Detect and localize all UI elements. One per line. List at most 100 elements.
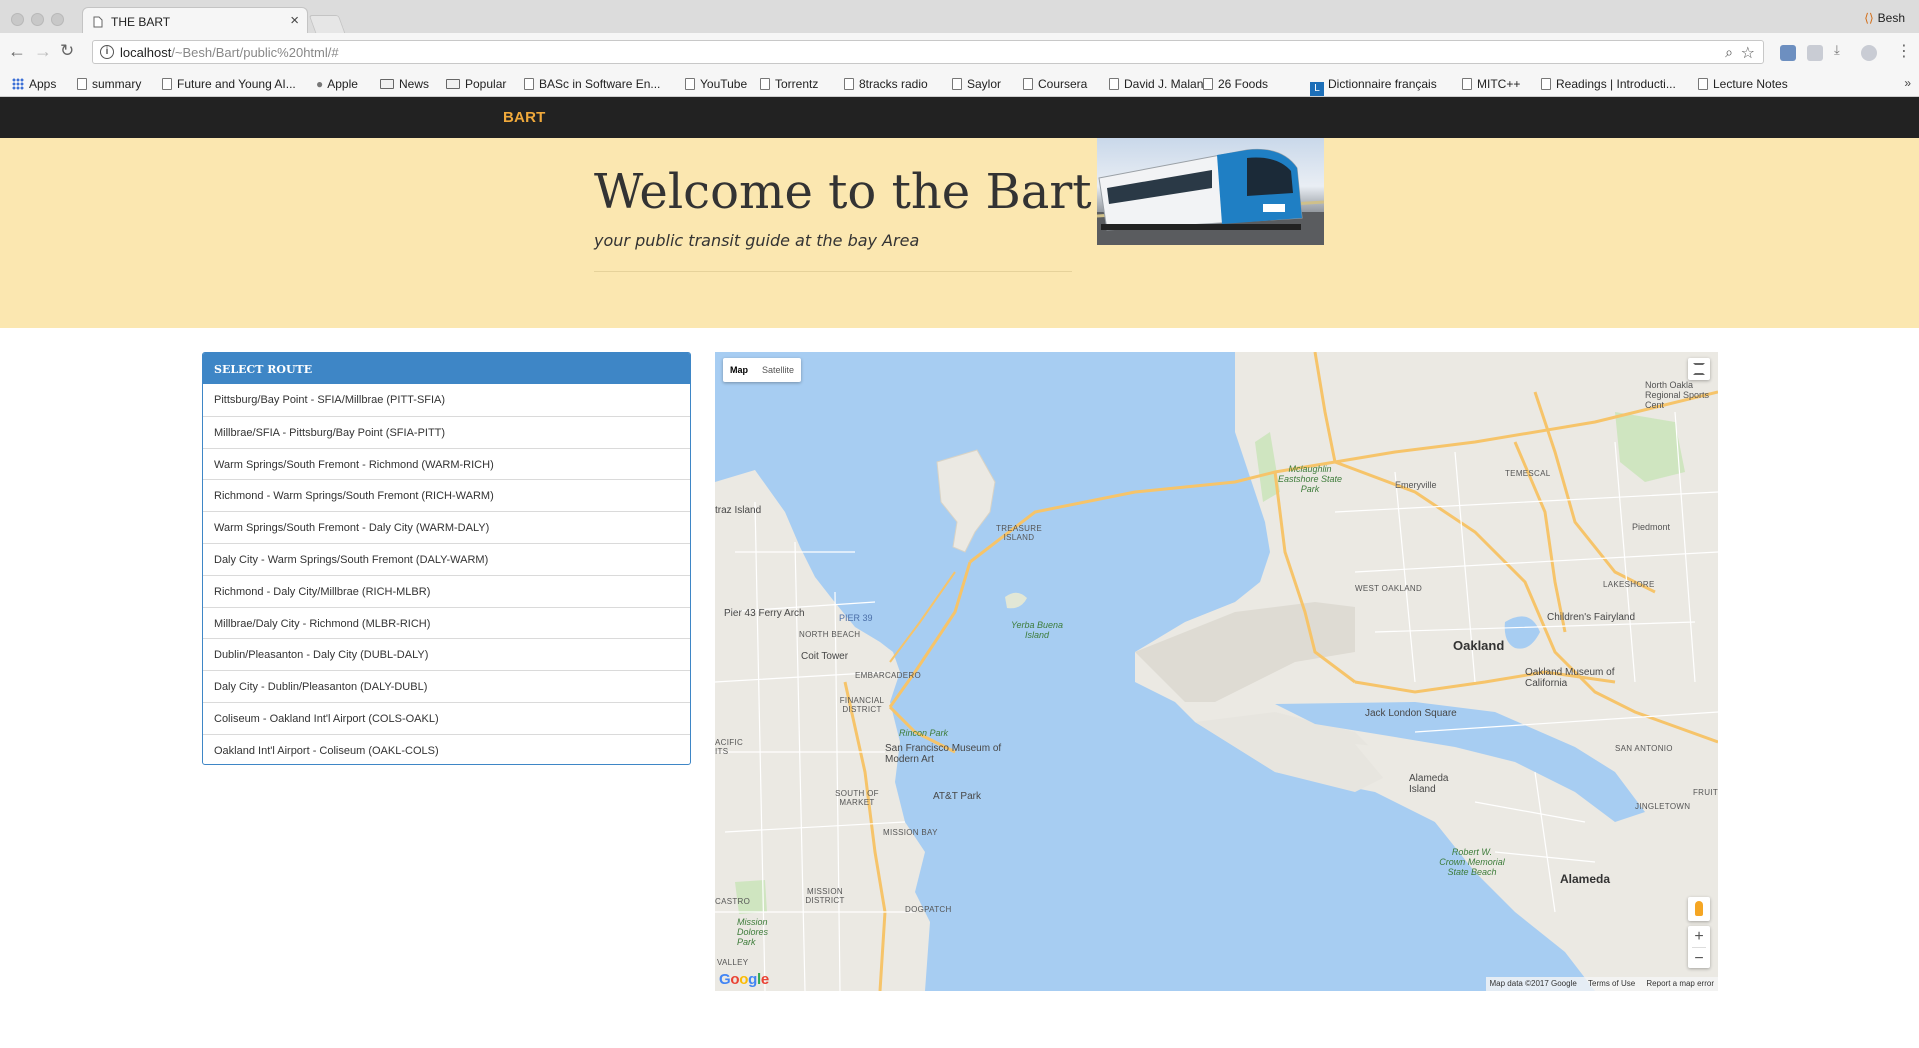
profile-button[interactable]: ⟨⟩ Besh — [1864, 11, 1905, 25]
page-icon — [1698, 78, 1708, 90]
address-bar[interactable]: i localhost/~Besh/Bart/public%20html/# ⌕… — [92, 40, 1764, 64]
map-view[interactable]: Map Satellite + − Oakland Alameda Emeryv… — [715, 352, 1718, 991]
map-label-embarcadero: EMBARCADERO — [855, 671, 921, 680]
map-label-yerba-buena: Yerba Buena Island — [1010, 620, 1064, 640]
route-item[interactable]: Richmond - Warm Springs/South Fremont (R… — [203, 479, 690, 511]
page-icon — [93, 15, 103, 33]
zoom-in-button[interactable]: + — [1688, 926, 1710, 947]
page-icon — [1109, 78, 1119, 90]
map-label-rincon-park: Rincon Park — [899, 728, 949, 738]
route-item[interactable]: Millbrae/Daly City - Richmond (MLBR-RICH… — [203, 606, 690, 639]
bookmark-label: 8tracks radio — [859, 77, 928, 91]
bookmark-item[interactable]: Popular — [446, 77, 506, 91]
map-type-satellite[interactable]: Satellite — [755, 358, 801, 382]
zoom-icon[interactable]: ⌕ — [1725, 44, 1733, 61]
extension-icon[interactable] — [1861, 45, 1877, 61]
bookmark-item[interactable]: BASc in Software En... — [524, 77, 660, 91]
route-item[interactable]: Richmond - Daly City/Millbrae (RICH-MLBR… — [203, 574, 690, 607]
site-icon — [1023, 78, 1033, 90]
bookmark-label: Coursera — [1038, 77, 1088, 91]
map-data-text: Map data ©2017 Google — [1489, 979, 1577, 988]
hero-divider — [594, 271, 1072, 272]
route-item[interactable]: Warm Springs/South Fremont - Richmond (W… — [203, 447, 690, 480]
map-label-lakeshore: LAKESHORE — [1603, 580, 1655, 589]
route-panel: Select Route Pittsburg/Bay Point - SFIA/… — [202, 352, 691, 765]
bookmark-item[interactable]: Saylor — [952, 77, 1001, 91]
map-label-valley: VALLEY — [717, 958, 749, 967]
bookmark-item[interactable]: MITC++ — [1462, 77, 1520, 91]
bookmark-item[interactable]: Coursera — [1023, 77, 1087, 91]
bookmark-item[interactable]: Apps — [12, 77, 56, 91]
bookmark-item[interactable]: David J. Malan — [1109, 77, 1203, 91]
bookmark-label: Lecture Notes — [1713, 77, 1788, 91]
bookmark-label: Readings | Introducti... — [1556, 77, 1676, 91]
bookmark-item[interactable]: 26 Foods — [1203, 77, 1268, 91]
bookmark-item[interactable]: Future and Young AI... — [162, 77, 296, 91]
new-tab-button[interactable] — [308, 15, 346, 33]
map-label-temescal: TEMESCAL — [1505, 469, 1551, 478]
bookmark-label: MITC++ — [1477, 77, 1521, 91]
bookmark-label: Torrentz — [775, 77, 819, 91]
terms-link[interactable]: Terms of Use — [1588, 979, 1635, 988]
more-bookmarks-icon[interactable]: » — [1904, 76, 1911, 90]
bookmark-star-icon[interactable]: ☆ — [1741, 43, 1755, 63]
bookmark-item[interactable]: YouTube — [685, 77, 747, 91]
page-icon — [1203, 78, 1213, 90]
map-type-control: Map Satellite — [723, 358, 802, 382]
route-list: Pittsburg/Bay Point - SFIA/Millbrae (PIT… — [203, 384, 690, 766]
profile-icon: ⟨⟩ — [1864, 11, 1874, 25]
map-label-treasure-island: TREASURE ISLAND — [996, 524, 1042, 542]
map-type-map[interactable]: Map — [723, 358, 755, 382]
map-label-piedmont: Piedmont — [1632, 522, 1671, 532]
brand-link[interactable]: BART — [503, 109, 545, 126]
download-icon[interactable]: ⤓ — [1834, 42, 1850, 58]
browser-tab[interactable]: THE BART × — [82, 7, 308, 34]
map-label-mclaughlin-park: Mclaughlin Eastshore State Park — [1277, 464, 1343, 494]
map-label-alameda-island: Alameda Island — [1409, 773, 1449, 795]
route-item[interactable]: Oakland Int'l Airport - Coliseum (OAKL-C… — [203, 733, 690, 766]
route-item[interactable]: Daly City - Warm Springs/South Fremont (… — [203, 542, 690, 575]
bookmark-label: David J. Malan — [1124, 77, 1204, 91]
bookmark-item[interactable]: News — [380, 77, 429, 91]
bookmark-label: News — [399, 77, 430, 91]
route-item[interactable]: Daly City - Dublin/Pleasanton (DALY-DUBL… — [203, 670, 690, 702]
window-minimize-dot[interactable] — [31, 13, 44, 26]
map-label-north-beach: NORTH BEACH — [799, 630, 861, 639]
reload-icon[interactable]: ↻ — [60, 42, 74, 60]
info-icon[interactable]: i — [100, 45, 114, 59]
route-item[interactable]: Millbrae/SFIA - Pittsburg/Bay Point (SFI… — [203, 415, 690, 448]
bookmark-label: Saylor — [967, 77, 1002, 91]
folder-icon — [446, 79, 460, 89]
bookmark-item[interactable]: Readings | Introducti... — [1541, 77, 1676, 91]
extension-icon[interactable] — [1807, 45, 1823, 61]
fullscreen-icon[interactable] — [1688, 358, 1710, 380]
report-error-link[interactable]: Report a map error — [1646, 979, 1714, 988]
route-item[interactable]: Dublin/Pleasanton - Daly City (DUBL-DALY… — [203, 638, 690, 670]
window-close-dot[interactable] — [11, 13, 24, 26]
map-label-north-oakland-sports: North Oakla Regional Sports Cent — [1645, 380, 1710, 410]
route-item[interactable]: Coliseum - Oakland Int'l Airport (COLS-O… — [203, 701, 690, 734]
close-tab-icon[interactable]: × — [290, 12, 299, 29]
bookmark-item[interactable]: 8tracks radio — [844, 77, 928, 91]
back-icon[interactable]: ← — [8, 42, 26, 60]
folder-icon — [380, 79, 394, 89]
bookmark-item[interactable]: L Dictionnaire français — [1310, 77, 1437, 96]
bookmark-item[interactable]: summary — [77, 77, 141, 91]
menu-icon[interactable]: ⋮ — [1896, 43, 1912, 61]
page-subtitle: your public transit guide at the bay Are… — [594, 231, 920, 250]
map-label-mission-dolores: Mission Dolores Park — [737, 917, 769, 947]
bookmark-label: BASc in Software En... — [539, 77, 661, 91]
bookmark-label: Apple — [327, 77, 358, 91]
zoom-out-button[interactable]: − — [1688, 948, 1710, 969]
forward-icon[interactable]: → — [34, 42, 52, 60]
route-item[interactable]: Pittsburg/Bay Point - SFIA/Millbrae (PIT… — [203, 384, 690, 416]
bookmark-item[interactable]: Lecture Notes — [1698, 77, 1788, 91]
bookmark-item[interactable]: Torrentz — [760, 77, 818, 91]
route-item[interactable]: Warm Springs/South Fremont - Daly City (… — [203, 511, 690, 543]
street-view-pegman-icon[interactable] — [1688, 897, 1710, 921]
extension-icon[interactable] — [1780, 45, 1796, 61]
window-zoom-dot[interactable] — [51, 13, 64, 26]
bookmarks-bar: » Apps summary Future and Young AI... ● Appl… — [0, 71, 1919, 97]
map-label-sfmoma: San Francisco Museum of Modern Art — [885, 743, 1002, 765]
bookmark-item[interactable]: ● Apple — [316, 77, 358, 91]
